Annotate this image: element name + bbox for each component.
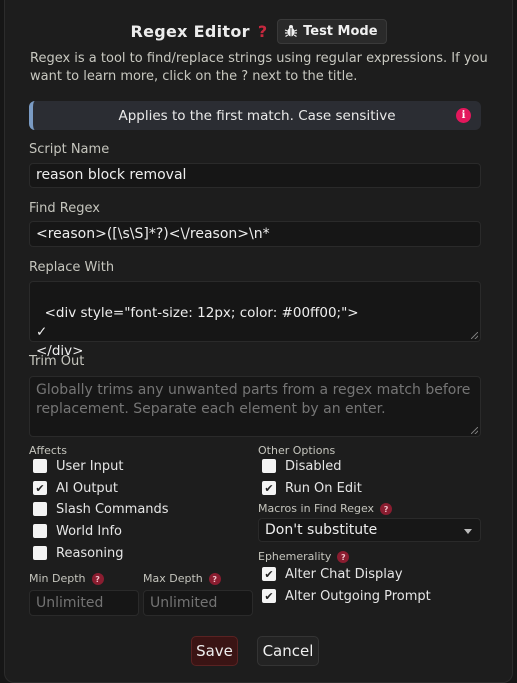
checkbox-label: User Input [56,458,124,474]
other-options-label: Other Options [258,444,336,457]
checkbox-label: World Info [56,523,122,539]
find-regex-label: Find Regex [29,201,100,216]
info-banner-text: Applies to the first match. Case sensiti… [118,107,396,124]
checkbox[interactable] [33,459,47,473]
find-regex-input[interactable]: <reason>([\s\S]*?)<\/reason>\n* [29,221,481,247]
help-icon[interactable]: ? [337,551,350,563]
checkbox-label: Run On Edit [285,480,362,496]
min-depth-input[interactable]: Unlimited [29,590,139,616]
checkbox[interactable] [33,524,47,538]
checkbox-label: Alter Outgoing Prompt [285,588,431,604]
macros-label: Macros in Find Regex? [258,502,393,515]
checkbox[interactable] [33,546,47,560]
help-question-icon[interactable]: ? [258,22,267,41]
ephemerality-label-text: Ephemerality [258,550,332,563]
help-icon[interactable]: ? [380,503,393,515]
affects-reasoning[interactable]: Reasoning [33,544,123,562]
info-banner: Applies to the first match. Case sensiti… [29,101,481,130]
checkbox-label: Alter Chat Display [285,566,403,582]
resize-handle[interactable] [471,427,478,434]
max-depth-input[interactable]: Unlimited [143,590,253,616]
chevron-down-icon [464,529,472,534]
checkbox[interactable]: ✔ [33,481,47,495]
option-run-on-edit[interactable]: ✔ Run On Edit [262,479,362,497]
affects-label: Affects [29,444,67,457]
max-depth-label: Max Depth? [143,572,221,585]
checkbox-label: Slash Commands [56,501,169,517]
replace-with-label: Replace With [29,260,115,275]
affects-slash-commands[interactable]: Slash Commands [33,500,169,518]
min-depth-label-text: Min Depth [29,572,86,585]
resize-handle[interactable] [471,332,478,339]
script-name-input[interactable]: reason block removal [29,163,481,188]
trim-out-textarea[interactable]: Globally trims any unwanted parts from a… [29,376,481,437]
script-name-label: Script Name [29,142,110,157]
checkbox[interactable]: ✔ [262,481,276,495]
min-depth-label: Min Depth? [29,572,104,585]
help-icon[interactable]: ? [208,573,221,585]
cancel-button[interactable]: Cancel [257,636,319,666]
checkbox[interactable]: ✔ [262,589,276,603]
bug-icon [284,25,298,38]
dialog-title: Regex Editor [130,21,250,41]
checkbox-label: AI Output [56,480,119,496]
checkbox-label: Disabled [285,458,342,474]
info-icon[interactable]: i [456,108,471,123]
checkbox[interactable] [262,459,276,473]
macros-select[interactable]: Don't substitute [258,518,481,542]
option-disabled[interactable]: Disabled [262,457,341,475]
max-depth-label-text: Max Depth [143,572,203,585]
checkbox[interactable] [33,502,47,516]
ephemerality-label: Ephemerality? [258,550,350,563]
affects-world-info[interactable]: World Info [33,522,122,540]
trim-out-label: Trim Out [29,354,85,369]
test-mode-label: Test Mode [303,23,378,39]
help-icon[interactable]: ? [91,573,104,585]
replace-with-textarea[interactable]: <div style="font-size: 12px; color: #00f… [29,281,481,359]
option-alter-outgoing-prompt[interactable]: ✔ Alter Outgoing Prompt [262,587,431,605]
dialog-header: Regex Editor ? Test Mode [0,16,517,46]
test-mode-button[interactable]: Test Mode [277,18,387,44]
editor-description: Regex is a tool to find/replace strings … [30,51,488,84]
checkbox-label: Reasoning [56,545,124,561]
save-button[interactable]: Save [191,636,238,666]
affects-ai-output[interactable]: ✔ AI Output [33,479,118,497]
macros-selected-value: Don't substitute [265,522,378,538]
option-alter-chat-display[interactable]: ✔ Alter Chat Display [262,565,403,583]
macros-label-text: Macros in Find Regex [258,502,375,515]
trim-out-placeholder: Globally trims any unwanted parts from a… [36,382,471,417]
affects-user-input[interactable]: User Input [33,457,123,475]
checkbox[interactable]: ✔ [262,567,276,581]
